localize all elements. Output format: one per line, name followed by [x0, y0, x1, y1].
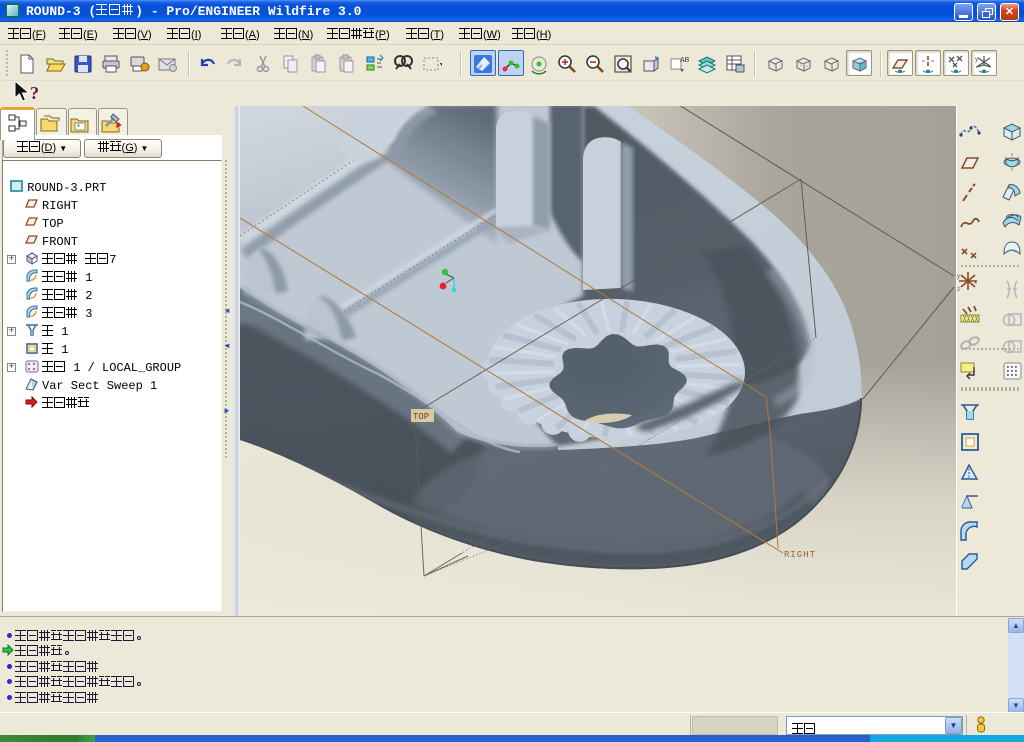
svg-text:y: y [975, 57, 978, 63]
svg-text:x: x [974, 280, 977, 286]
svg-text:TOP: TOP [413, 412, 429, 422]
svg-text:RIGHT: RIGHT [784, 550, 816, 560]
svg-text:*: * [77, 123, 80, 132]
svg-text:AB: AB [680, 57, 690, 64]
svg-text:y: y [957, 274, 960, 280]
svg-text:z: z [957, 287, 960, 293]
svg-text:?: ? [30, 83, 39, 103]
